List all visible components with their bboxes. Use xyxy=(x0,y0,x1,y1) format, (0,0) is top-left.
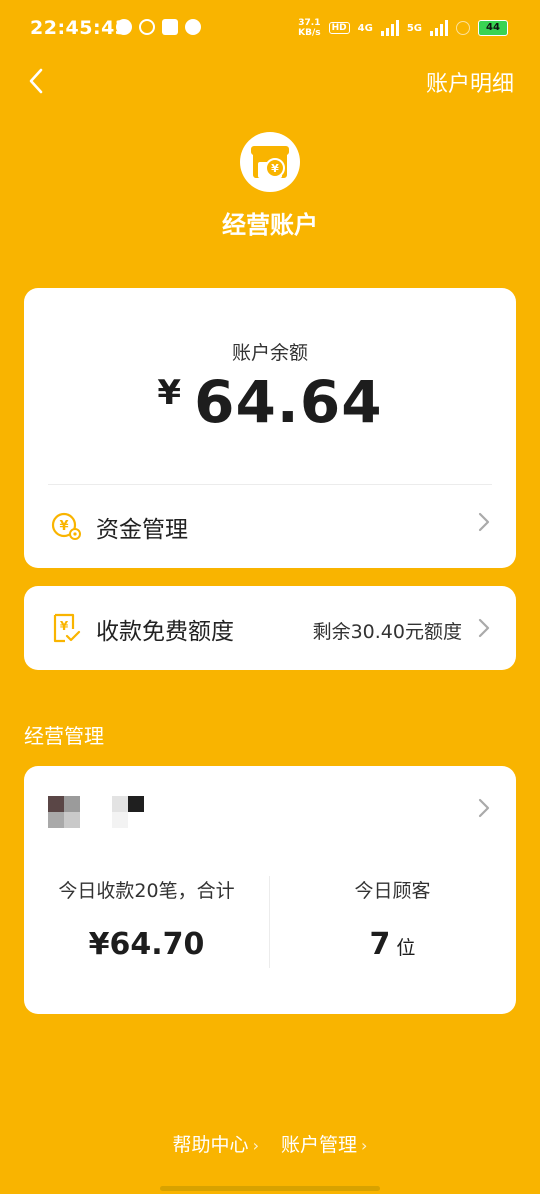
back-button[interactable] xyxy=(22,66,52,96)
quota-label: 收款免费额度 xyxy=(96,619,234,645)
status-system-icons: 37.1 KB/s HD 4G 5G 44 xyxy=(298,18,508,38)
tiktok-icon xyxy=(162,19,178,35)
account-manage-label: 账户管理 xyxy=(281,1134,358,1156)
chevron-right-icon: › xyxy=(252,1136,259,1155)
chevron-right-icon xyxy=(476,616,492,640)
account-page: 22:45:43 37.1 KB/s HD 4G 5G 44 账户明细 ¥ 经营… xyxy=(0,0,540,1194)
net-speed-unit: KB/s xyxy=(298,28,321,38)
account-manage-link[interactable]: 账户管理 › xyxy=(281,1134,367,1156)
fund-manage-label: 资金管理 xyxy=(96,517,188,543)
svg-text:¥: ¥ xyxy=(271,162,279,175)
footer-links: 帮助中心 › 账户管理 › xyxy=(0,1130,540,1157)
chevron-right-icon xyxy=(476,510,492,534)
today-customers-value-wrap: 7位 xyxy=(269,927,516,962)
today-customers-value: 7 xyxy=(369,927,391,962)
page-title: 经营账户 xyxy=(222,211,318,239)
balance-label: 账户余额 xyxy=(231,342,308,364)
net-4g-label: 4G xyxy=(357,22,373,34)
today-customers-label: 今日顾客 xyxy=(354,880,431,902)
chevron-right-icon: › xyxy=(361,1136,368,1155)
fund-manage-row[interactable]: ¥ 资金管理 xyxy=(24,500,516,552)
account-detail-link[interactable]: 账户明细 xyxy=(426,66,514,98)
signal-5g-icon xyxy=(430,20,448,36)
svg-text:¥: ¥ xyxy=(59,519,68,534)
net-speed-value: 37.1 xyxy=(298,18,321,28)
status-bar: 22:45:43 37.1 KB/s HD 4G 5G 44 xyxy=(0,0,540,58)
hd-icon: HD xyxy=(328,22,350,34)
net-5g-label: 5G xyxy=(406,22,422,34)
balance-value: 64.64 xyxy=(194,368,383,436)
help-center-label: 帮助中心 xyxy=(172,1134,249,1156)
chevron-right-icon[interactable] xyxy=(476,796,492,820)
today-customers-unit: 位 xyxy=(396,937,416,959)
battery-icon: 44 xyxy=(478,20,508,36)
home-indicator[interactable] xyxy=(160,1186,380,1191)
business-card[interactable]: 今日收款20笔，合计 ¥64.70 今日顾客 7位 xyxy=(24,766,516,1014)
metro-icon xyxy=(185,19,201,35)
divider xyxy=(48,484,492,485)
coin-gear-icon: ¥ xyxy=(51,512,81,540)
net-speed: 37.1 KB/s xyxy=(298,18,320,38)
store-icon: ¥ xyxy=(251,146,289,178)
today-income-value: ¥64.70 xyxy=(88,927,205,962)
quota-card[interactable]: ¥ 收款免费额度 剩余30.40元额度 xyxy=(24,586,516,670)
signal-4g-icon xyxy=(380,20,399,36)
currency-symbol: ¥ xyxy=(157,373,183,413)
status-notification-icons xyxy=(116,19,201,35)
alarm-icon xyxy=(456,21,470,35)
balance-amount: ¥64.64 xyxy=(24,368,516,436)
message-icon xyxy=(116,19,132,35)
section-title: 经营管理 xyxy=(24,724,104,748)
store-name-mosaic xyxy=(48,796,144,828)
receipt-check-icon: ¥ xyxy=(53,613,81,643)
shop-logo: ¥ xyxy=(240,132,300,192)
today-customers-stat: 今日顾客 7位 xyxy=(269,876,516,962)
svg-text:¥: ¥ xyxy=(60,619,69,633)
quota-row[interactable]: ¥ 收款免费额度 剩余30.40元额度 xyxy=(24,586,516,670)
today-income-stat: 今日收款20笔，合计 ¥64.70 xyxy=(24,876,269,962)
help-center-link[interactable]: 帮助中心 › xyxy=(173,1134,259,1156)
status-time: 22:45:43 xyxy=(30,17,129,39)
chevron-left-icon xyxy=(29,68,43,94)
balance-card: 账户余额 ¥64.64 ¥ 资金管理 xyxy=(24,288,516,568)
broadcast-icon xyxy=(139,19,155,35)
quota-remaining: 剩余30.40元额度 xyxy=(312,621,462,643)
today-income-label: 今日收款20笔，合计 xyxy=(58,880,235,902)
